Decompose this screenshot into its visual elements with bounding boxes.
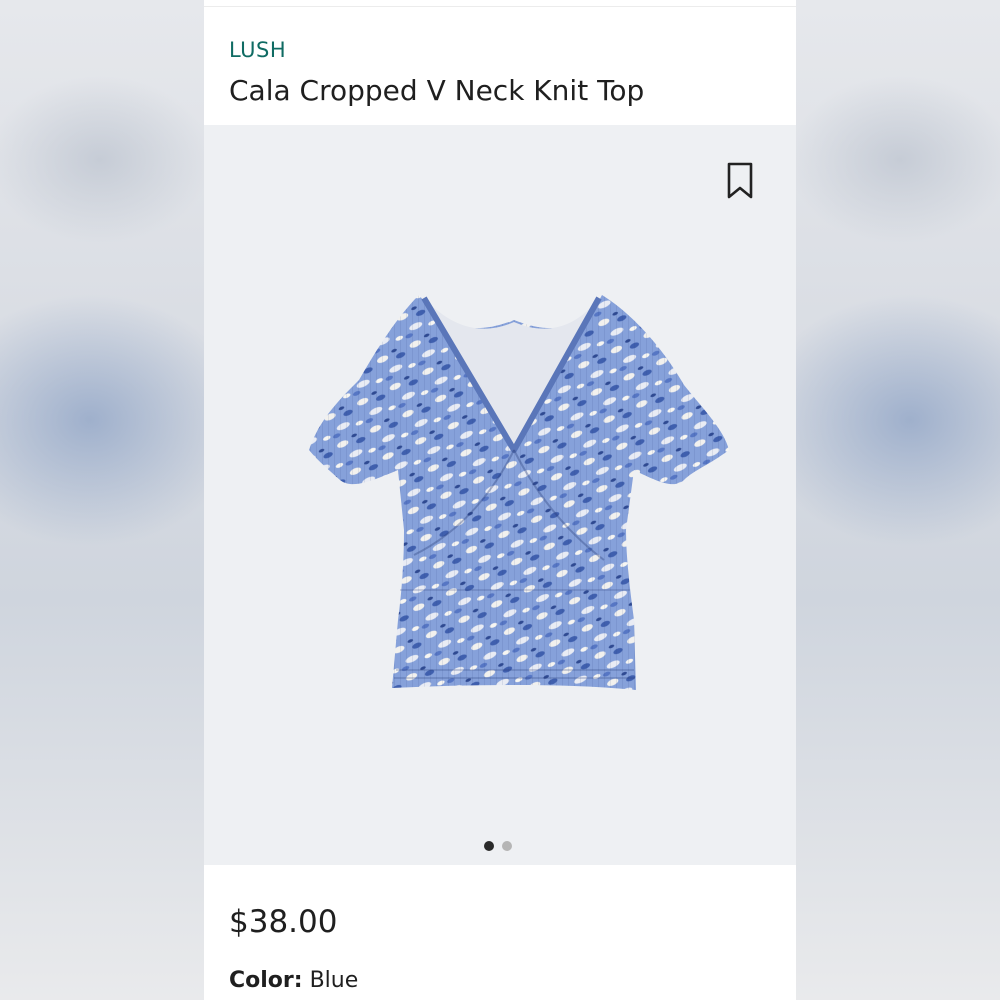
product-card: LUSH Cala Cropped V Neck Knit Top $38.00…: [204, 0, 796, 1000]
color-info: Color: Blue: [229, 968, 358, 993]
product-title: Cala Cropped V Neck Knit Top: [229, 74, 645, 107]
carousel-indicator[interactable]: [484, 841, 512, 851]
product-image-carousel[interactable]: [204, 125, 796, 865]
product-price: $38.00: [229, 904, 338, 940]
brand-name[interactable]: LUSH: [229, 38, 286, 62]
color-label: Color:: [229, 968, 303, 993]
product-image: [309, 295, 729, 690]
carousel-dot[interactable]: [484, 841, 494, 851]
carousel-dot[interactable]: [502, 841, 512, 851]
color-value: Blue: [309, 968, 359, 993]
divider: [204, 6, 796, 7]
bookmark-icon[interactable]: [724, 161, 756, 201]
